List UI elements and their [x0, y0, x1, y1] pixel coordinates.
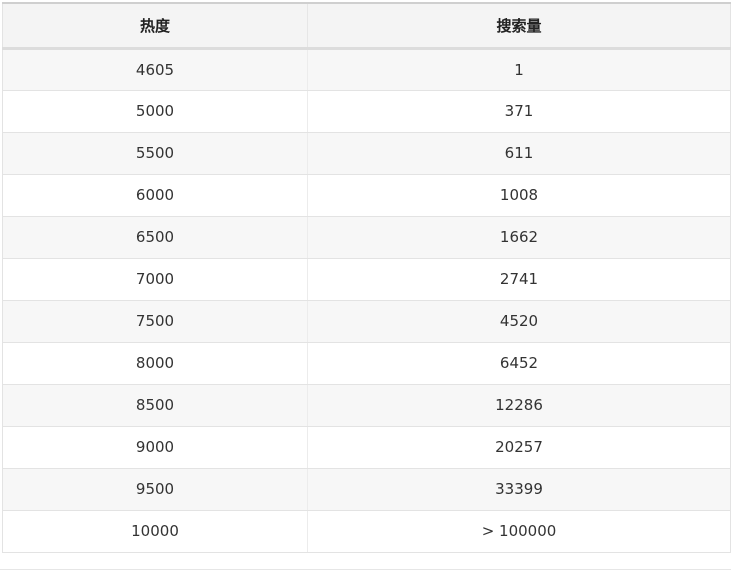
cell-heat: 8500	[2, 384, 308, 427]
cell-search-volume: 1	[307, 48, 731, 91]
table-row: 10000 > 100000	[2, 510, 731, 553]
header-heat: 热度	[2, 2, 308, 50]
cell-search-volume: 33399	[307, 468, 731, 511]
cell-heat: 4605	[2, 48, 308, 91]
heat-search-table: 热度 搜索量 4605 1 5000 371 5500 611 6000 100…	[2, 2, 731, 553]
cell-heat: 7000	[2, 258, 308, 301]
cell-heat: 5500	[2, 132, 308, 175]
cell-heat: 9500	[2, 468, 308, 511]
cell-heat: 6500	[2, 216, 308, 259]
cell-heat: 9000	[2, 426, 308, 469]
cell-search-volume: 1662	[307, 216, 731, 259]
cell-search-volume: 6452	[307, 342, 731, 385]
table-row: 8000 6452	[2, 342, 731, 385]
table-row: 6500 1662	[2, 216, 731, 259]
cell-search-volume: > 100000	[307, 510, 731, 553]
cell-search-volume: 20257	[307, 426, 731, 469]
data-table-container: 热度 搜索量 4605 1 5000 371 5500 611 6000 100…	[2, 2, 731, 553]
table-row: 9500 33399	[2, 468, 731, 511]
table-header-row: 热度 搜索量	[2, 2, 731, 50]
cell-search-volume: 371	[307, 90, 731, 133]
cell-search-volume: 2741	[307, 258, 731, 301]
table-row: 5000 371	[2, 90, 731, 133]
cell-search-volume: 1008	[307, 174, 731, 217]
table-row: 6000 1008	[2, 174, 731, 217]
cell-heat: 5000	[2, 90, 308, 133]
cell-heat: 10000	[2, 510, 308, 553]
cell-heat: 6000	[2, 174, 308, 217]
page-bottom-divider	[0, 569, 731, 570]
table-row: 5500 611	[2, 132, 731, 175]
table-row: 7000 2741	[2, 258, 731, 301]
cell-heat: 7500	[2, 300, 308, 343]
table-row: 4605 1	[2, 48, 731, 91]
cell-search-volume: 611	[307, 132, 731, 175]
cell-search-volume: 4520	[307, 300, 731, 343]
table-row: 8500 12286	[2, 384, 731, 427]
cell-heat: 8000	[2, 342, 308, 385]
table-row: 9000 20257	[2, 426, 731, 469]
header-search-volume: 搜索量	[307, 2, 731, 50]
cell-search-volume: 12286	[307, 384, 731, 427]
table-body: 4605 1 5000 371 5500 611 6000 1008 6500 …	[2, 48, 731, 553]
table-row: 7500 4520	[2, 300, 731, 343]
